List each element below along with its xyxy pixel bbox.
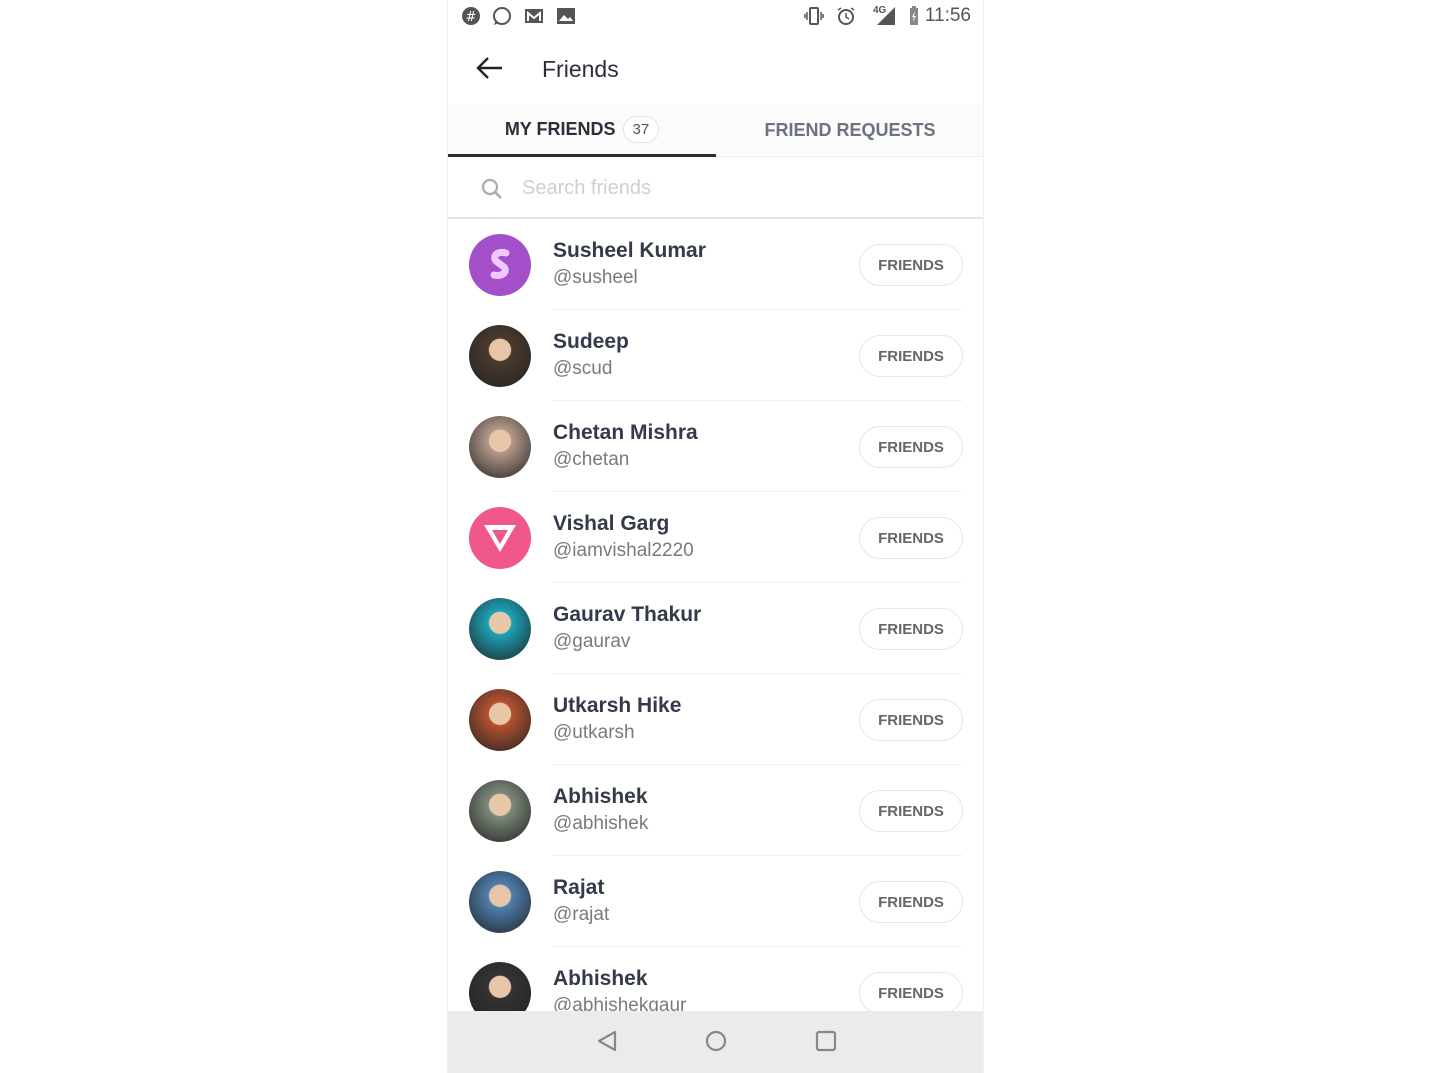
avatar[interactable]: [469, 780, 531, 842]
friends-status-button[interactable]: FRIENDS: [859, 608, 963, 650]
friend-row[interactable]: Utkarsh Hike @utkarsh FRIENDS: [448, 674, 983, 765]
whatsapp-icon: [493, 7, 511, 25]
friends-status-button[interactable]: FRIENDS: [859, 699, 963, 741]
battery-icon: [910, 6, 918, 25]
app-bar: Friends: [448, 32, 983, 104]
search-bar: [448, 157, 983, 219]
tab-label: FRIEND REQUESTS: [764, 120, 936, 140]
tab-friend-requests[interactable]: FRIEND REQUESTS: [716, 104, 983, 157]
friend-name: Susheel Kumar: [553, 239, 706, 262]
friends-status-button[interactable]: FRIENDS: [859, 517, 963, 559]
recents-square-icon[interactable]: [815, 1029, 837, 1053]
friends-status-button[interactable]: FRIENDS: [859, 335, 963, 377]
friend-name: Abhishek: [553, 967, 648, 990]
friend-name: Gaurav Thakur: [553, 603, 702, 626]
friend-count-badge: 37: [622, 115, 660, 143]
friend-handle: @gaurav: [553, 631, 631, 652]
friend-handle: @abhishek: [553, 813, 649, 834]
friend-row[interactable]: Vishal Garg @iamvishal2220 FRIENDS: [448, 492, 983, 583]
triangle-logo-icon: [484, 525, 516, 552]
friend-name: Abhishek: [553, 785, 648, 808]
friend-handle: @iamvishal2220: [553, 540, 694, 561]
avatar[interactable]: [469, 416, 531, 478]
friend-row[interactable]: Gaurav Thakur @gaurav FRIENDS: [448, 583, 983, 674]
page-title: Friends: [542, 56, 619, 82]
search-input[interactable]: [522, 171, 942, 205]
alarm-icon: [837, 7, 855, 25]
back-triangle-icon[interactable]: [596, 1029, 618, 1053]
vibrate-icon: [804, 7, 824, 25]
friend-name: Utkarsh Hike: [553, 694, 682, 717]
status-bar: # 4G 11:56: [448, 0, 983, 32]
gmail-icon: [525, 9, 543, 23]
friends-list: Susheel Kumar @susheel FRIENDS Sudeep @scud F…: [448, 219, 983, 1038]
signal-icon: [877, 7, 895, 25]
friends-status-button[interactable]: FRIENDS: [859, 426, 963, 468]
s-logo-icon: [490, 249, 510, 279]
friend-row[interactable]: Abhishek @abhishek FRIENDS: [448, 765, 983, 856]
tab-label: MY FRIENDS: [504, 118, 616, 139]
friends-status-button[interactable]: FRIENDS: [859, 790, 963, 832]
system-nav-bar: [448, 1011, 983, 1073]
friends-status-button[interactable]: FRIENDS: [859, 881, 963, 923]
friend-row[interactable]: Chetan Mishra @chetan FRIENDS: [448, 401, 983, 492]
friend-name: Chetan Mishra: [553, 421, 698, 444]
friends-status-button[interactable]: FRIENDS: [859, 244, 963, 286]
gallery-icon: [557, 8, 575, 24]
friend-name: Sudeep: [553, 330, 629, 353]
clock: 11:56: [924, 5, 971, 26]
avatar[interactable]: [469, 507, 531, 569]
friend-handle: @susheel: [553, 267, 638, 288]
friend-row[interactable]: Susheel Kumar @susheel FRIENDS: [448, 219, 983, 310]
friend-name: Vishal Garg: [553, 512, 670, 535]
arrow-left-icon[interactable]: [474, 52, 506, 84]
friend-handle: @utkarsh: [553, 722, 635, 743]
tab-bar: MY FRIENDS 37 FRIEND REQUESTS: [448, 104, 983, 157]
svg-text:#: #: [466, 10, 477, 25]
search-icon: [481, 178, 502, 199]
friend-row[interactable]: Sudeep @scud FRIENDS: [448, 310, 983, 401]
phone-screen: # 4G 11:56 Friends MY FRIENDS 37 FRIEND …: [447, 0, 984, 1073]
friends-status-button[interactable]: FRIENDS: [859, 972, 963, 1014]
avatar[interactable]: [469, 689, 531, 751]
avatar[interactable]: [469, 325, 531, 387]
avatar[interactable]: [469, 598, 531, 660]
friend-handle: @rajat: [553, 904, 610, 925]
friend-row[interactable]: Rajat @rajat FRIENDS: [448, 856, 983, 947]
slack-icon: #: [462, 7, 480, 25]
friend-handle: @scud: [553, 358, 613, 379]
tab-my-friends[interactable]: MY FRIENDS 37: [448, 104, 716, 157]
friend-name: Rajat: [553, 876, 605, 899]
friend-handle: @chetan: [553, 449, 630, 470]
avatar[interactable]: [469, 234, 531, 296]
avatar[interactable]: [469, 871, 531, 933]
home-circle-icon[interactable]: [705, 1029, 727, 1053]
